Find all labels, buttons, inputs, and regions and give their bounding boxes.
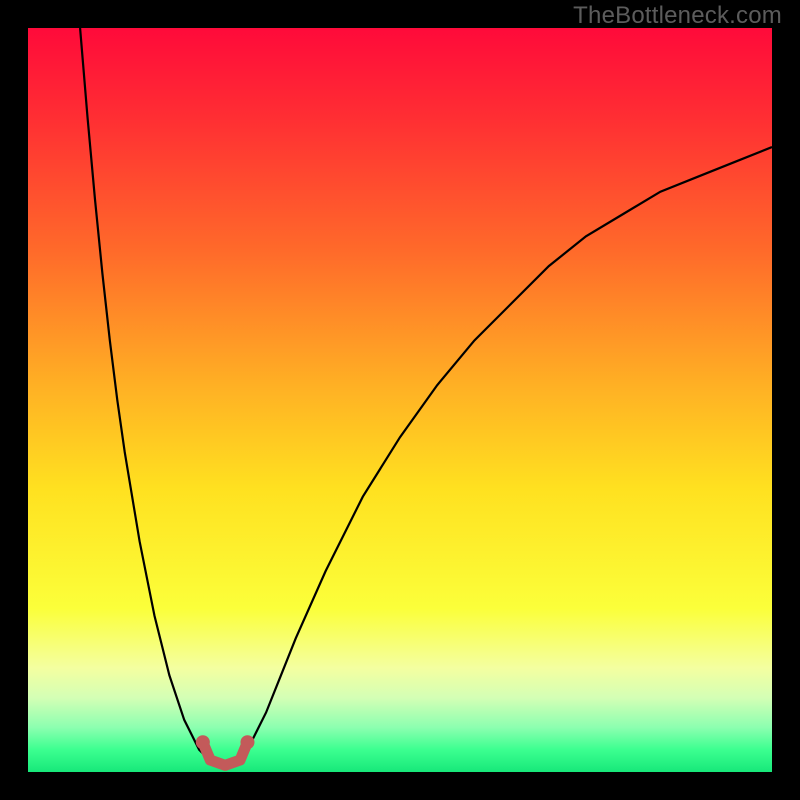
chart-svg (28, 28, 772, 772)
marker-dot-1 (240, 735, 254, 749)
gradient-background (28, 28, 772, 772)
marker-dot-0 (196, 735, 210, 749)
plot-area (28, 28, 772, 772)
watermark-text: TheBottleneck.com (573, 2, 782, 30)
outer-frame: TheBottleneck.com (0, 0, 800, 800)
